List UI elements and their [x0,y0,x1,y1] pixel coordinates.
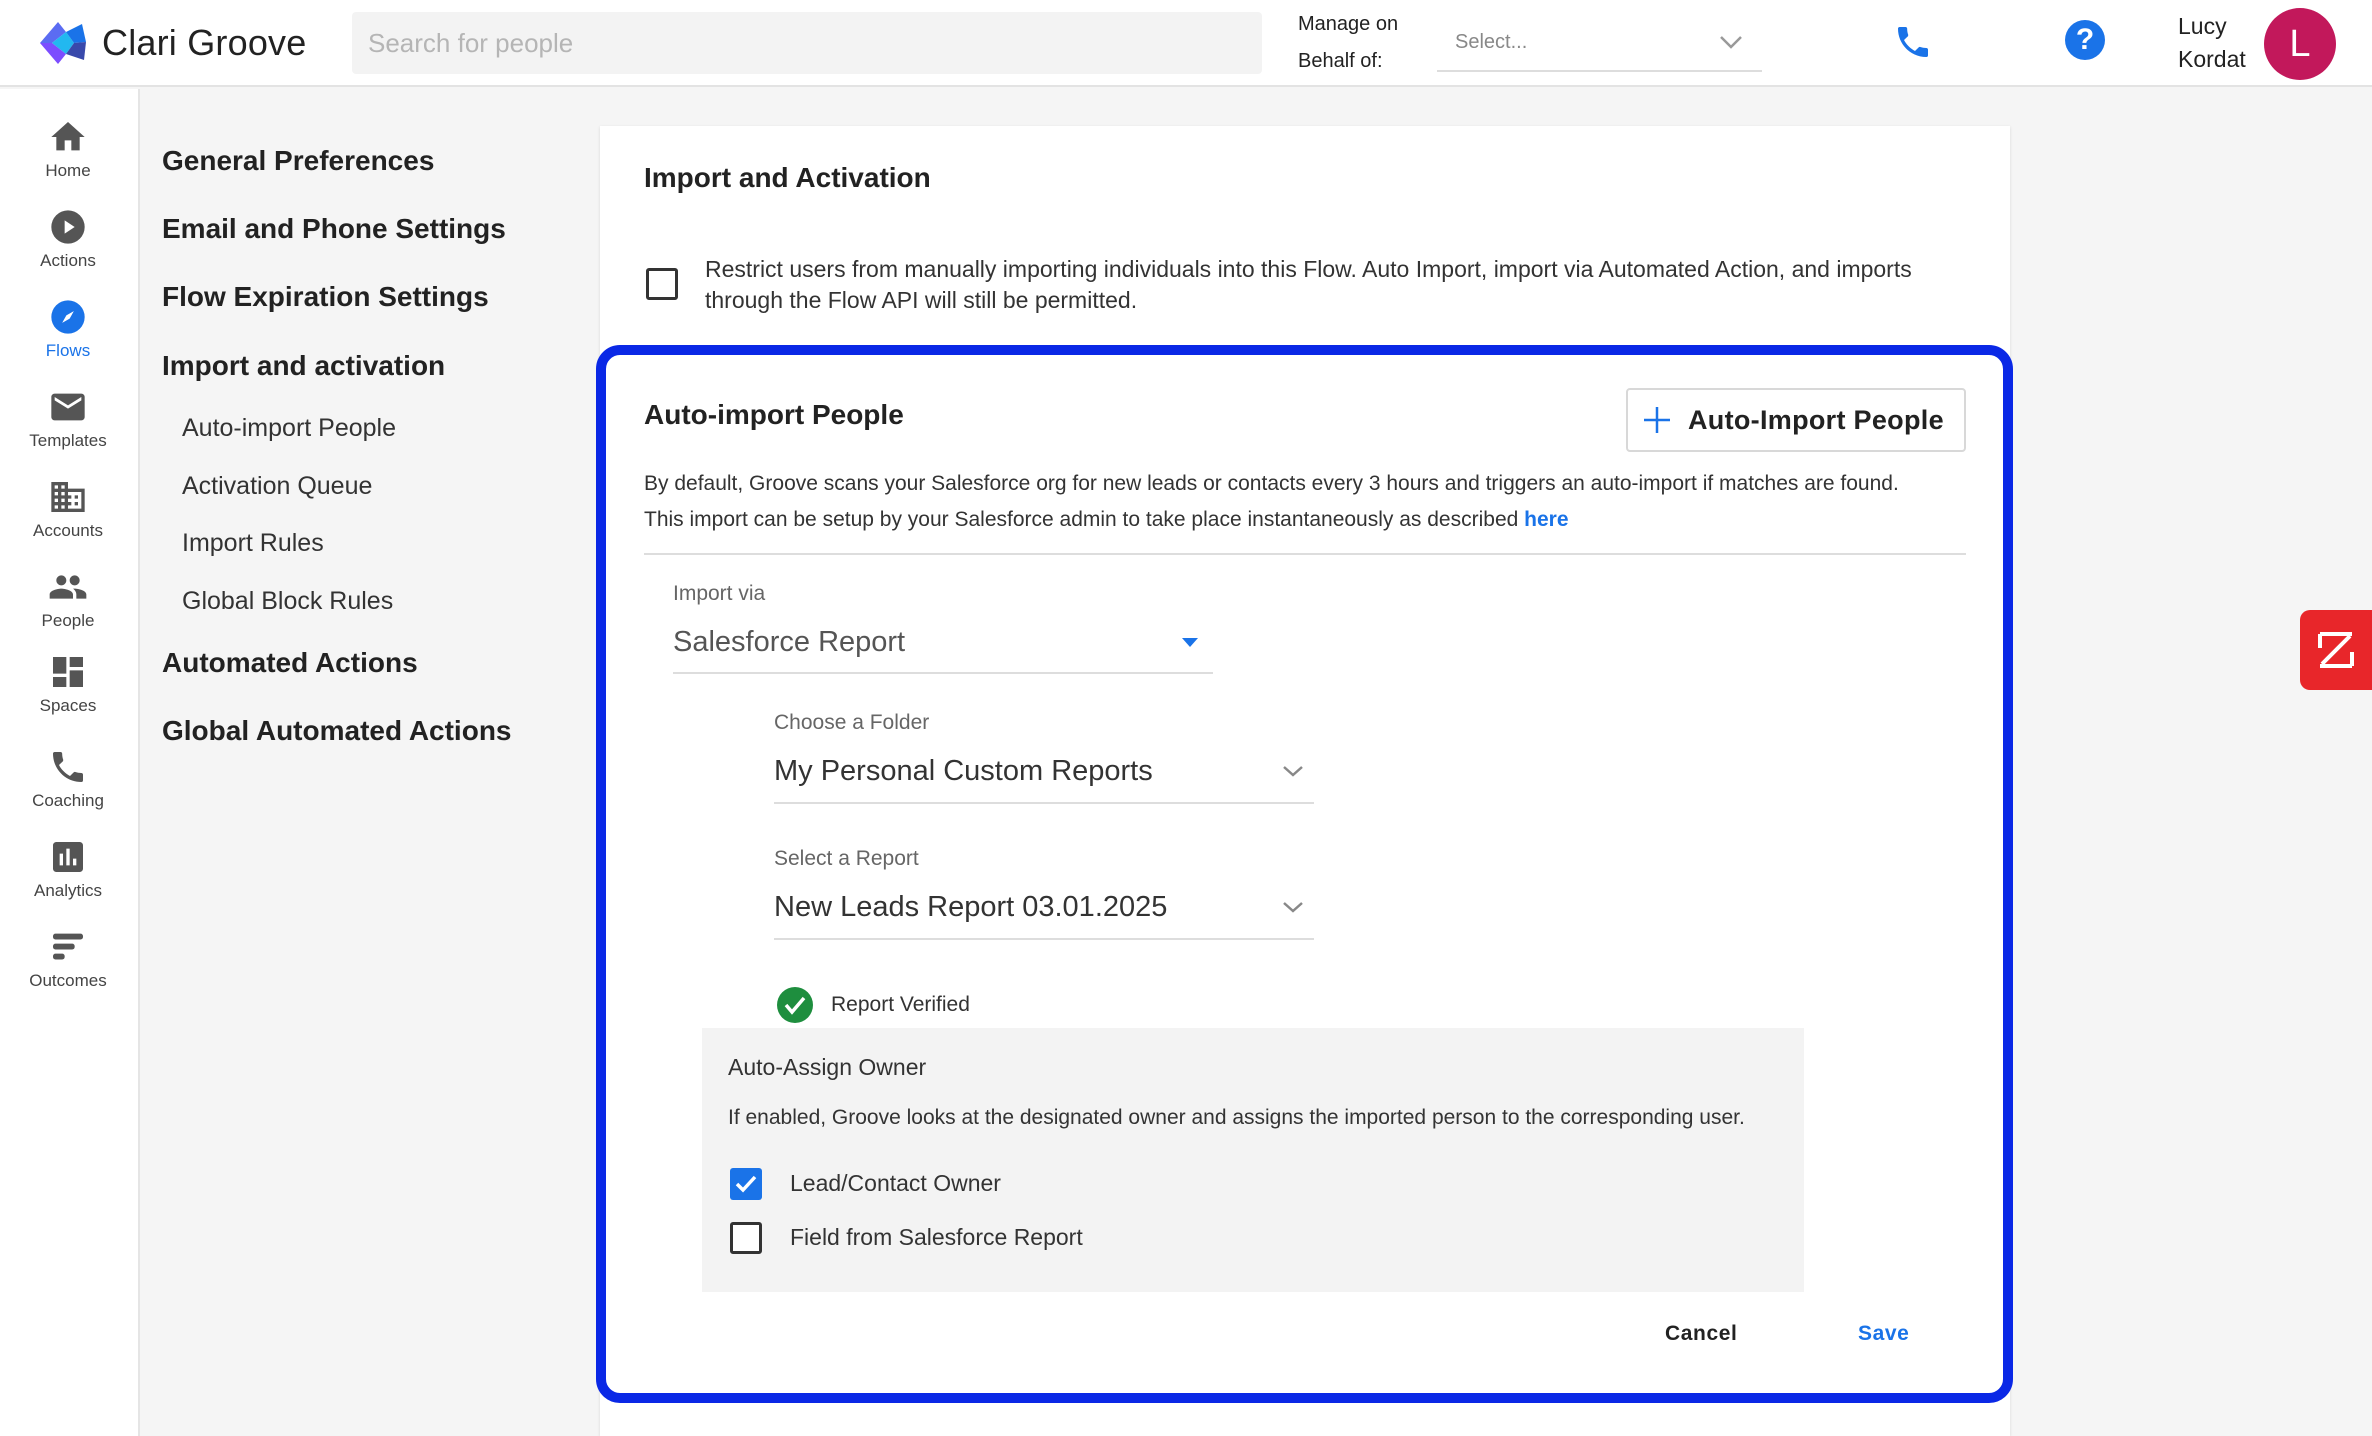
user-name-text: Lucy Kordat [2178,13,2246,72]
chevron-down-icon [1720,36,1742,49]
behalf-value: Select... [1455,30,1528,53]
chevron-down-icon [1283,902,1303,913]
lead-contact-owner-checkbox[interactable] [730,1168,762,1200]
auto-assign-owner-box: Auto-Assign Owner If enabled, Groove loo… [702,1028,1804,1292]
import-via-label: Import via [673,582,766,605]
z-logo-icon [2318,632,2354,668]
help-icon[interactable]: ? [2065,20,2105,60]
nav-label: Spaces [39,696,97,715]
import-via-value: Salesforce Report [673,625,906,658]
logo-icon [40,22,86,64]
auto-import-title: Auto-import People [644,399,904,430]
settings-subitem-auto-import[interactable]: Auto-import People [182,414,396,443]
nav-item-actions[interactable]: Actions [0,207,136,271]
auto-assign-title: Auto-Assign Owner [728,1054,927,1080]
restrict-import-label: Restrict users from manually importing i… [705,256,1912,313]
report-verified-text: Report Verified [831,993,970,1016]
nav-item-outcomes[interactable]: Outcomes [0,927,136,991]
add-auto-import-label: Auto-Import People [1688,404,1944,435]
desc-line-1: By default, Groove scans your Salesforce… [644,472,1899,495]
chevron-down-icon [1283,766,1303,777]
plus-icon [1644,407,1670,433]
play-circle-icon [51,210,85,244]
settings-item-automated-actions[interactable]: Automated Actions [162,647,418,679]
app-name: Clari Groove [102,22,307,63]
sort-icon [53,933,83,960]
user-name[interactable]: Lucy Kordat [2178,10,2246,76]
nav-label: Analytics [33,881,103,900]
here-link[interactable]: here [1524,508,1568,531]
add-auto-import-button[interactable]: Auto-Import People [1626,388,1966,452]
mail-icon [51,393,85,421]
building-icon [51,482,85,512]
nav-label: Templates [29,431,107,450]
nav-item-templates[interactable]: Templates [0,387,136,451]
top-bar: Clari Groove Manage on Behalf of: Select… [0,0,2372,87]
settings-nav: General Preferences Email and Phone Sett… [142,89,582,1436]
folder-label: Choose a Folder [774,711,930,734]
behalf-select[interactable]: Select... [1437,14,1762,72]
settings-subitem-activation-queue[interactable]: Activation Queue [182,472,372,501]
home-icon [51,122,85,151]
lead-contact-owner-label: Lead/Contact Owner [790,1170,1001,1196]
cancel-button[interactable]: Cancel [1665,1322,1737,1346]
clari-groove-logo[interactable]: Clari Groove [36,18,306,68]
search-input[interactable] [352,12,1262,74]
nav-label: Home [45,161,91,180]
desc-line-2: This import can be setup by your Salesfo… [644,502,1964,538]
left-nav: Home Actions Flows Templates Accounts Pe… [0,89,140,1436]
auto-import-description: By default, Groove scans your Salesforce… [644,466,1964,538]
folder-value: My Personal Custom Reports [774,754,1153,787]
auto-assign-description: If enabled, Groove looks at the designat… [728,1106,1745,1129]
divider [644,553,1966,555]
compass-icon [51,300,85,334]
nav-label: Coaching [32,791,104,810]
settings-item-import-activation[interactable]: Import and activation [162,350,445,382]
behalf-label: Manage on Behalf of: [1298,13,1399,72]
nav-item-flows[interactable]: Flows [0,297,136,361]
nav-item-home[interactable]: Home [0,117,136,181]
settings-subitem-import-rules[interactable]: Import Rules [182,529,324,558]
side-extension-badge[interactable] [2300,610,2372,690]
report-label: Select a Report [774,847,919,870]
phone-icon[interactable] [1893,22,1933,62]
caret-down-icon [1182,638,1198,647]
settings-item-flow-expiration[interactable]: Flow Expiration Settings [162,281,489,313]
import-via-select[interactable]: Salesforce Report [673,612,1213,674]
nav-item-coaching[interactable]: Coaching [0,747,136,811]
field-from-report-label: Field from Salesforce Report [790,1224,1083,1250]
settings-subitem-global-block[interactable]: Global Block Rules [182,587,393,616]
nav-label: Actions [40,251,96,270]
report-value: New Leads Report 03.01.2025 [774,890,1168,923]
bar-chart-icon [53,842,83,872]
check-circle-icon [777,987,813,1023]
settings-item-general[interactable]: General Preferences [162,145,434,177]
nav-label: Outcomes [29,971,107,990]
checkmark-icon [735,1175,757,1193]
phone-icon [53,752,83,782]
section-title: Import and Activation [644,162,931,193]
avatar[interactable]: L [2264,8,2336,80]
folder-select[interactable]: My Personal Custom Reports [774,740,1314,804]
nav-item-people[interactable]: People [0,567,136,631]
nav-item-accounts[interactable]: Accounts [0,477,136,541]
settings-item-email-phone[interactable]: Email and Phone Settings [162,213,506,245]
report-select[interactable]: New Leads Report 03.01.2025 [774,876,1314,940]
nav-label: People [41,611,95,630]
field-from-report-checkbox[interactable] [730,1222,762,1254]
restrict-import-checkbox[interactable] [646,268,678,300]
people-icon [49,575,87,599]
nav-item-spaces[interactable]: Spaces [0,652,136,716]
nav-item-analytics[interactable]: Analytics [0,837,136,901]
nav-label: Accounts [33,521,103,540]
dashboard-icon [53,657,83,687]
report-verified: Report Verified [776,986,970,1024]
desc-line-2-text: This import can be setup by your Salesfo… [644,508,1519,531]
nav-label: Flows [45,341,91,360]
save-button[interactable]: Save [1858,1322,1909,1346]
settings-item-global-automated-actions[interactable]: Global Automated Actions [162,715,512,747]
